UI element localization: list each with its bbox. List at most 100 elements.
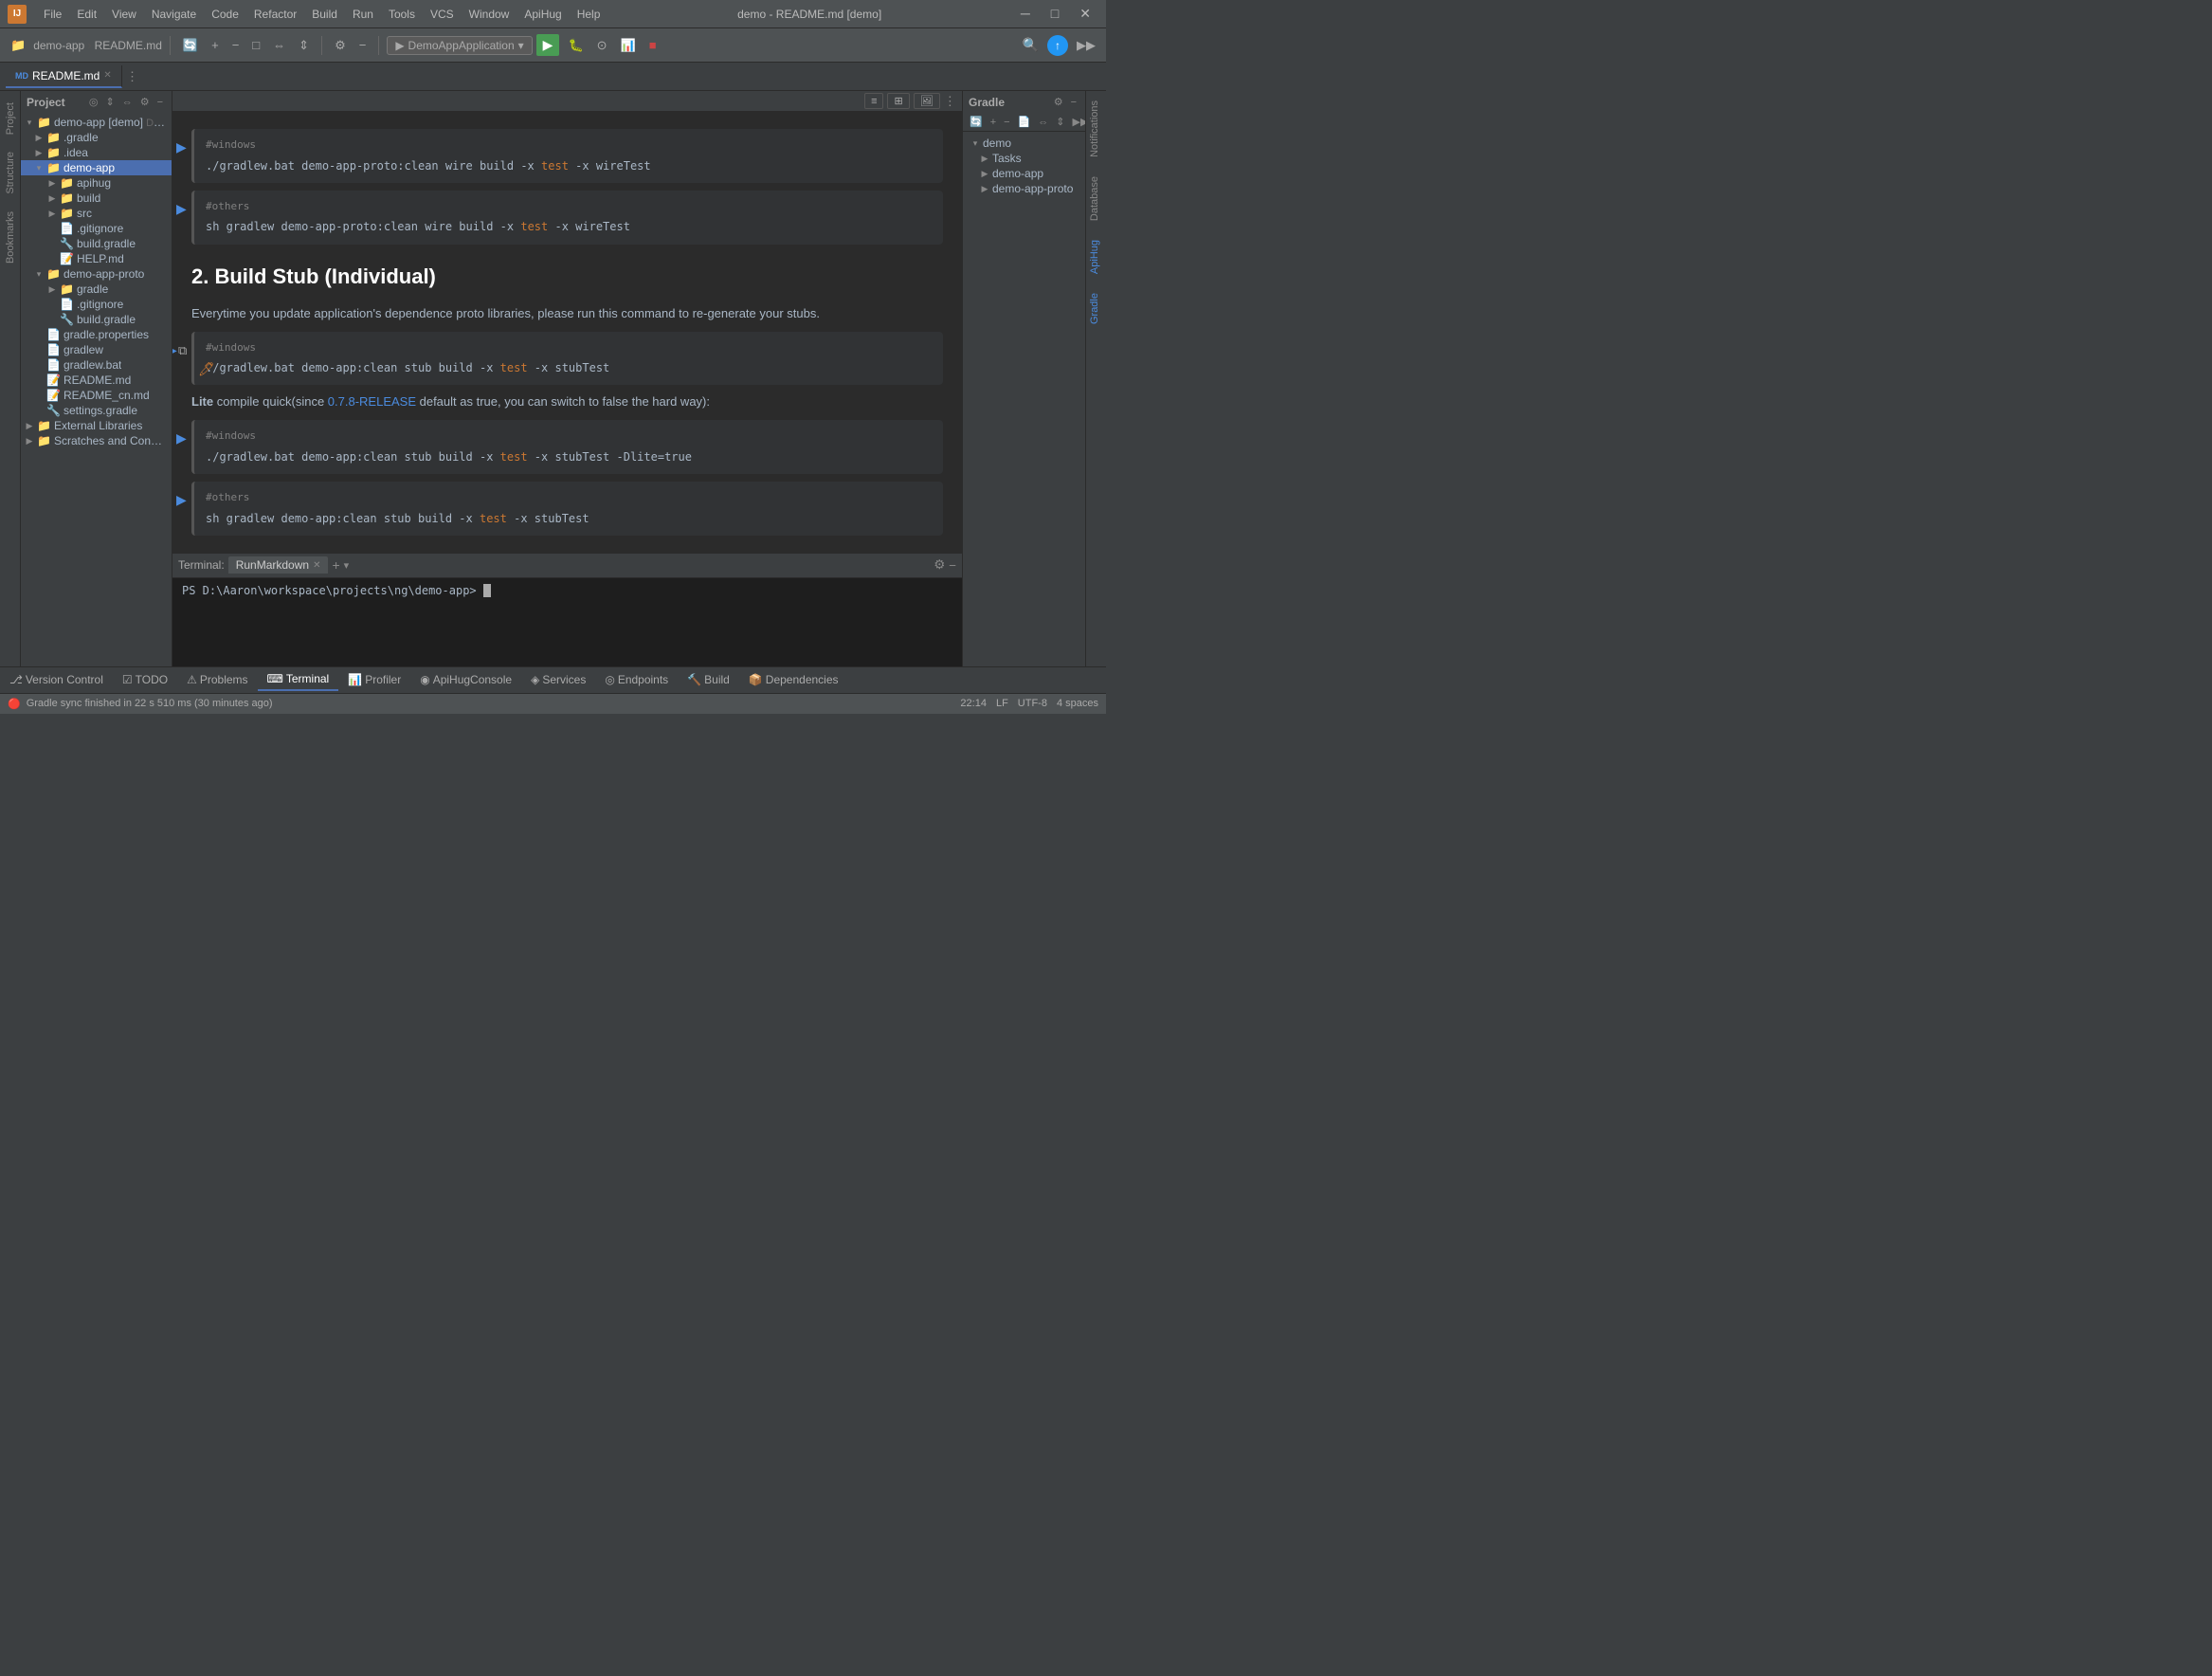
window-controls[interactable]: ─ □ ✕ [1013, 4, 1098, 24]
add-button[interactable]: + [207, 35, 224, 55]
terminal-chevron-button[interactable]: ▾ [344, 559, 350, 572]
gradle-remove-button[interactable]: − [1001, 116, 1012, 129]
gradle-collapse-button[interactable]: ⇕ [1053, 115, 1067, 129]
gradle-button[interactable]: □ [247, 35, 264, 55]
run-code-button-4[interactable]: ▶ [176, 428, 187, 448]
gradle-node-tasks[interactable]: ▶ Tasks [967, 151, 1081, 166]
run-code-button-1[interactable]: ▶ [176, 137, 187, 157]
tree-item-10[interactable]: ▾📁demo-app-proto [21, 266, 172, 282]
bottom-tab-version-control[interactable]: ⎇ Version Control [0, 669, 113, 690]
gradle-minimize-button[interactable]: − [1068, 95, 1079, 109]
more-tabs-button[interactable]: ⋮ [126, 69, 138, 84]
gradle-node-demo-app-proto[interactable]: ▶ demo-app-proto [967, 181, 1081, 196]
terminal-tab-close[interactable]: ✕ [313, 560, 320, 571]
tree-item-5[interactable]: ▶📁build [21, 191, 172, 206]
update-button[interactable]: ↑ [1047, 35, 1068, 56]
menu-item-window[interactable]: Window [463, 6, 516, 23]
sidebar-actions[interactable]: ◎ ⇕ ⇔ ⚙ − [86, 95, 166, 109]
more-actions-button[interactable]: ▶▶ [1072, 35, 1100, 56]
sidebar-collapse-button[interactable]: ⇕ [102, 95, 117, 109]
debug-button[interactable]: 🐛 [563, 35, 588, 56]
left-tab-project[interactable]: Project [2, 95, 19, 142]
bottom-tab-terminal[interactable]: ⌨ Terminal [258, 668, 339, 691]
bottom-tab-todo[interactable]: ☑ TODO [113, 669, 177, 690]
tree-item-14[interactable]: 📄gradle.properties [21, 327, 172, 342]
profile-button[interactable]: 📊 [616, 35, 641, 56]
sync-button[interactable]: 🔄 [178, 35, 203, 56]
run-code-button-3[interactable]: ▶ [172, 339, 177, 360]
tree-item-19[interactable]: 🔧settings.gradle [21, 403, 172, 418]
search-button[interactable]: 🔍 [1018, 34, 1043, 56]
tree-item-18[interactable]: 📝README_cn.md [21, 388, 172, 403]
tree-item-3[interactable]: ▾📁demo-app [21, 160, 172, 175]
status-position[interactable]: 22:14 [960, 698, 987, 709]
right-tab-notifications[interactable]: Notifications [1086, 91, 1106, 167]
gradle-node-demo[interactable]: ▾ demo [967, 136, 1081, 151]
run-code-button-5[interactable]: ▶ [176, 489, 187, 510]
gradle-settings-button[interactable]: ⚙ [1051, 95, 1066, 109]
view-image-button[interactable]: 🖼 [914, 93, 940, 109]
right-tab-gradle[interactable]: Gradle [1086, 283, 1106, 334]
tree-item-6[interactable]: ▶📁src [21, 206, 172, 221]
tree-item-20[interactable]: ▶📁External Libraries [21, 418, 172, 433]
sidebar-locate-button[interactable]: ◎ [86, 95, 101, 109]
run-button[interactable]: ▶ [536, 34, 560, 56]
left-tab-bookmarks[interactable]: Bookmarks [2, 204, 19, 271]
tree-item-1[interactable]: ▶📁.gradle [21, 130, 172, 145]
bottom-tab-dependencies[interactable]: 📦 Dependencies [739, 669, 848, 690]
menu-item-build[interactable]: Build [306, 6, 343, 23]
copy-icon[interactable]: ⧉ [178, 341, 187, 361]
tree-item-2[interactable]: ▶📁.idea [21, 145, 172, 160]
menu-item-tools[interactable]: Tools [383, 6, 421, 23]
gradle-header-actions[interactable]: ⚙ − [1051, 95, 1079, 109]
minimize-button[interactable]: ─ [1013, 4, 1038, 24]
bottom-tab-endpoints[interactable]: ◎ Endpoints [595, 669, 678, 690]
menu-item-help[interactable]: Help [571, 6, 607, 23]
terminal-add-button[interactable]: + [332, 557, 339, 573]
menu-item-vcs[interactable]: VCS [425, 6, 460, 23]
lite-link[interactable]: 0.7.8-RELEASE [328, 394, 416, 409]
gradle-refresh-button[interactable]: 🔄 [967, 115, 986, 129]
menu-bar[interactable]: FileEditViewNavigateCodeRefactorBuildRun… [38, 6, 606, 23]
gradle-add-button[interactable]: + [988, 116, 999, 129]
editor-more-button[interactable]: ⋮ [944, 93, 956, 109]
menu-item-edit[interactable]: Edit [71, 6, 102, 23]
menu-item-file[interactable]: File [38, 6, 67, 23]
close-button[interactable]: ✕ [1072, 4, 1098, 24]
run-code-button-2[interactable]: ▶ [176, 198, 187, 219]
right-tab-apihug[interactable]: ApiHug [1086, 230, 1106, 283]
maximize-button[interactable]: □ [1043, 4, 1066, 24]
menu-item-refactor[interactable]: Refactor [248, 6, 302, 23]
status-encoding[interactable]: UTF-8 [1018, 698, 1047, 709]
sidebar-settings-button[interactable]: ⚙ [137, 95, 153, 109]
tree-item-12[interactable]: 📄.gitignore [21, 297, 172, 312]
menu-item-navigate[interactable]: Navigate [146, 6, 202, 23]
gradle-script-button[interactable]: 📄 [1015, 115, 1034, 129]
menu-item-apihug[interactable]: ApiHug [518, 6, 567, 23]
tree-item-8[interactable]: 🔧build.gradle [21, 236, 172, 251]
bottom-tab-services[interactable]: ◈ Services [521, 669, 595, 690]
view-list-button[interactable]: ≡ [864, 93, 883, 109]
run-configuration[interactable]: ▶ DemoAppApplication ▾ [387, 36, 532, 55]
left-tab-structure[interactable]: Structure [2, 144, 19, 202]
expand-button[interactable]: ⇔ [268, 35, 290, 55]
gradle-node-demo-app[interactable]: ▶ demo-app [967, 166, 1081, 181]
view-grid-button[interactable]: ⊞ [887, 93, 909, 109]
tree-item-11[interactable]: ▶📁gradle [21, 282, 172, 297]
tree-item-21[interactable]: ▶📁Scratches and Consoles [21, 433, 172, 448]
tree-item-13[interactable]: 🔧build.gradle [21, 312, 172, 327]
tab-readme[interactable]: MD README.md ✕ [6, 65, 122, 88]
tree-item-17[interactable]: 📝README.md [21, 373, 172, 388]
bottom-tab-apihug-console[interactable]: ◉ ApiHugConsole [410, 669, 521, 690]
tree-item-7[interactable]: 📄.gitignore [21, 221, 172, 236]
sidebar-expand-button[interactable]: ⇔ [119, 95, 136, 109]
collapse-button[interactable]: ⇕ [294, 35, 314, 56]
error-indicator[interactable]: 🔴 [8, 698, 21, 710]
gradle-expand-button[interactable]: ⇔ [1035, 116, 1051, 129]
menu-item-code[interactable]: Code [206, 6, 245, 23]
coverage-button[interactable]: ⊙ [592, 35, 612, 56]
menu-item-run[interactable]: Run [347, 6, 379, 23]
settings-button[interactable]: ⚙ [330, 35, 351, 56]
tree-item-9[interactable]: 📝HELP.md [21, 251, 172, 266]
status-indent[interactable]: 4 spaces [1057, 698, 1098, 709]
